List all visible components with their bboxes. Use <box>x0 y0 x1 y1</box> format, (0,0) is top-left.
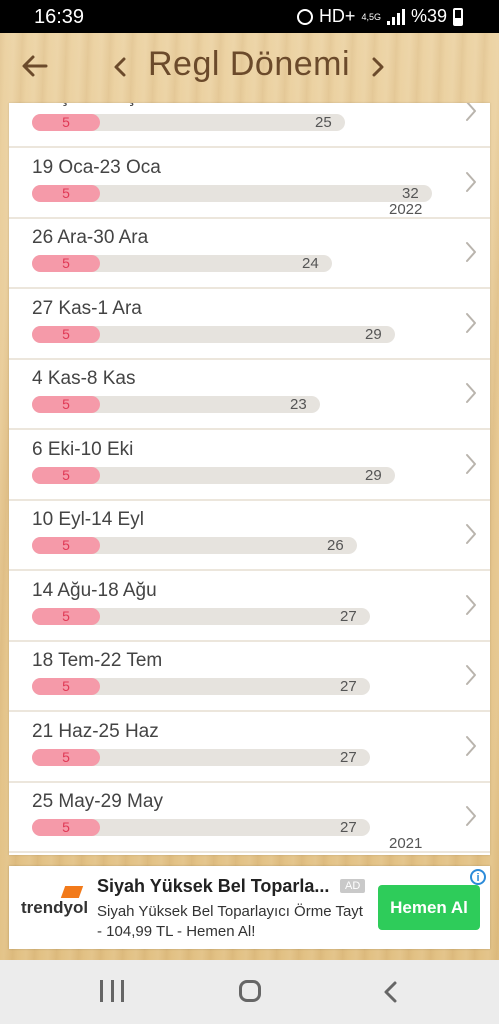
cycle-row[interactable]: 25 May-29 May 5 27 2021 <box>9 784 490 853</box>
recent-apps-icon[interactable] <box>100 980 124 1004</box>
cycle-length-value: 23 <box>290 396 307 413</box>
period-length-bar: 5 <box>32 678 100 695</box>
year-label: 2022 <box>389 200 423 218</box>
chevron-left-icon[interactable] <box>108 53 132 81</box>
cycle-row[interactable]: 27 Kas-1 Ara 5 29 <box>9 291 490 360</box>
home-icon[interactable] <box>239 980 261 1002</box>
cycle-length-value: 25 <box>315 114 332 131</box>
cycle-dates: 20 Şub-24 Şub <box>32 103 159 108</box>
cycle-dates: 19 Oca-23 Oca <box>32 156 161 178</box>
period-length-bar: 5 <box>32 537 100 554</box>
cycle-length-value: 27 <box>340 748 357 766</box>
back-icon[interactable] <box>382 980 400 1004</box>
period-length-bar: 5 <box>32 325 100 343</box>
cycle-dates: 6 Eki-10 Eki <box>32 438 134 460</box>
page-title: Regl Dönemi <box>148 45 351 83</box>
period-length-bar: 5 <box>32 748 100 766</box>
chevron-right-icon[interactable] <box>464 804 478 828</box>
chevron-right-icon[interactable] <box>464 311 478 335</box>
chevron-right-icon[interactable] <box>464 381 478 405</box>
cycle-dates: 21 Haz-25 Haz <box>32 720 159 742</box>
cycle-length-value: 27 <box>340 678 357 695</box>
chevron-right-icon[interactable] <box>464 103 478 123</box>
signal-icon <box>386 8 405 25</box>
cycle-length-value: 27 <box>340 607 357 625</box>
battery-icon <box>453 7 463 26</box>
cycle-dates: 10 Eyl-14 Eyl <box>32 509 144 530</box>
battery-label: %39 <box>410 6 447 26</box>
network-label: HD+ <box>318 6 356 26</box>
ad-description[interactable]: Siyah Yüksek Bel Toparlayıcı Örme Tayt -… <box>97 902 367 942</box>
ad-cta-button[interactable]: Hemen Al <box>378 885 480 930</box>
cycle-row[interactable]: 10 Eyl-14 Eyl 5 26 <box>9 502 490 571</box>
chevron-right-icon[interactable] <box>464 522 478 546</box>
cycle-row[interactable]: 26 Ara-30 Ara 5 24 <box>9 220 490 289</box>
cycle-row[interactable]: 18 Tem-22 Tem 5 27 <box>9 643 490 712</box>
period-length-bar: 5 <box>32 819 100 836</box>
period-length-bar: 5 <box>32 396 100 413</box>
brand-logo: trendyol <box>21 898 89 917</box>
chevron-right-icon[interactable] <box>464 593 478 617</box>
arrow-left-icon[interactable] <box>18 49 52 83</box>
cycle-length-value: 26 <box>327 537 344 554</box>
period-length-bar: 5 <box>32 184 100 202</box>
info-icon[interactable]: i <box>470 869 486 885</box>
chevron-right-icon[interactable] <box>464 240 478 264</box>
cycle-length-value: 29 <box>365 466 382 484</box>
cycle-row[interactable]: 20 Şub-24 Şub 5 25 <box>9 103 490 148</box>
chevron-right-icon[interactable] <box>366 53 390 81</box>
status-icons: HD+ 4,5G %39 <box>296 6 463 27</box>
cycle-dates: 25 May-29 May <box>32 791 163 812</box>
status-time: 16:39 <box>34 6 85 28</box>
period-length-bar: 5 <box>32 466 100 484</box>
period-length-bar: 5 <box>32 114 100 131</box>
cycle-dates: 18 Tem-22 Tem <box>32 650 163 671</box>
lte-label: 4,5G <box>361 11 381 22</box>
brand-logo-mark <box>60 886 84 898</box>
period-length-bar: 5 <box>32 255 100 272</box>
chevron-right-icon[interactable] <box>464 663 478 687</box>
cycle-dates: 4 Kas-8 Kas <box>32 368 136 389</box>
ad-banner[interactable]: trendyol Siyah Yüksek Bel Toparla... AD … <box>9 866 490 949</box>
chevron-right-icon[interactable] <box>464 452 478 476</box>
chevron-right-icon[interactable] <box>464 170 478 194</box>
cycle-length-value: 27 <box>340 819 357 836</box>
header: Regl Dönemi <box>0 33 499 103</box>
cycle-list[interactable]: 20 Şub-24 Şub 5 25 19 Oca-23 Oca 5 322022 26 A… <box>9 103 490 855</box>
ad-badge: AD <box>340 879 366 893</box>
cycle-length-value: 29 <box>365 325 382 343</box>
ad-title[interactable]: Siyah Yüksek Bel Toparla... <box>97 876 329 897</box>
period-length-bar: 5 <box>32 607 100 625</box>
cycle-row[interactable]: 14 Ağu-18 Ağu 5 27 <box>9 573 490 642</box>
cycle-length-value: 32 <box>402 184 419 202</box>
cycle-row[interactable]: 4 Kas-8 Kas 5 23 <box>9 361 490 430</box>
cycle-row[interactable]: 21 Haz-25 Haz 5 27 <box>9 714 490 783</box>
system-nav-bar <box>0 960 499 1024</box>
status-bar: 16:39 HD+ 4,5G %39 <box>0 0 499 33</box>
cycle-dates: 14 Ağu-18 Ağu <box>32 579 157 601</box>
alarm-icon <box>296 8 313 25</box>
cycle-length-value: 24 <box>302 255 319 272</box>
cycle-row[interactable]: 19 Oca-23 Oca 5 32 2022 <box>9 150 490 219</box>
year-label: 2021 <box>389 835 423 852</box>
chevron-right-icon[interactable] <box>464 734 478 758</box>
cycle-dates: 26 Ara-30 Ara <box>32 227 149 248</box>
cycle-row[interactable]: 6 Eki-10 Eki 5 29 <box>9 432 490 501</box>
cycle-dates: 27 Kas-1 Ara <box>32 297 142 319</box>
